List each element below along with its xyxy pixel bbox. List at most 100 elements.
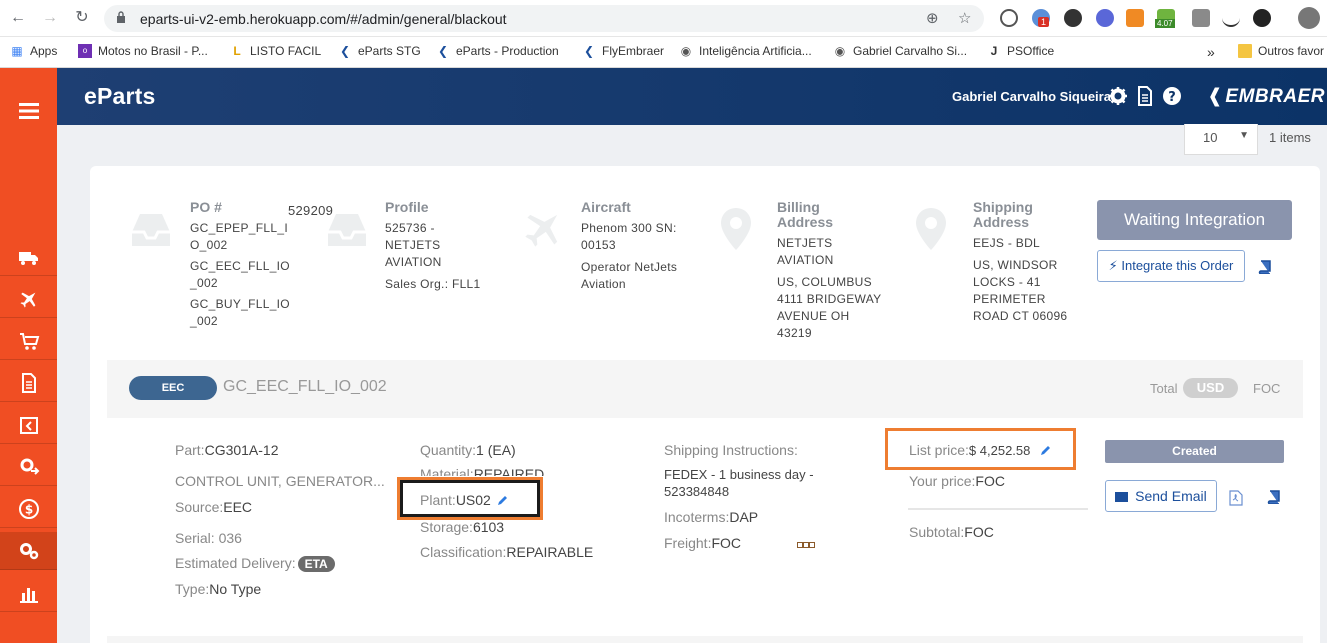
source-value: EEC bbox=[223, 499, 253, 515]
bookmark-item[interactable]: o Motos no Brasil - P... bbox=[78, 44, 208, 58]
reload-icon[interactable]: ↻ bbox=[72, 8, 92, 28]
forward-arrow-icon[interactable]: → bbox=[40, 8, 60, 28]
pdf-icon[interactable] bbox=[1229, 490, 1243, 506]
shipping-line: ROAD CT 06096 bbox=[973, 309, 1068, 323]
sidebar-item-cart[interactable] bbox=[0, 322, 57, 360]
sidebar-item-exchange[interactable] bbox=[0, 448, 57, 486]
waiting-integration-button[interactable]: Waiting Integration bbox=[1097, 200, 1292, 240]
bookmark-item[interactable]: ❮ eParts - Production bbox=[436, 44, 559, 58]
profile-line: AVIATION bbox=[385, 255, 442, 269]
bookmark-item[interactable]: ❮ eParts STG bbox=[338, 44, 421, 58]
overflow-label: » bbox=[1207, 44, 1215, 60]
po-line: GC_EPEP_FLL_I bbox=[190, 221, 288, 235]
sidebar-item-shipping[interactable] bbox=[0, 238, 57, 276]
book-icon[interactable] bbox=[1258, 260, 1272, 274]
zoom-icon[interactable]: ⊕ bbox=[926, 9, 939, 27]
bookmarks-bar: ▦ Apps o Motos no Brasil - P... L LISTO … bbox=[0, 37, 1327, 68]
eta-badge[interactable]: ETA bbox=[297, 556, 335, 572]
sidebar-item-reports[interactable] bbox=[0, 574, 57, 612]
freight-value: FOC bbox=[711, 535, 742, 551]
estimated-delivery-field: Estimated Delivery: ETA bbox=[175, 555, 335, 572]
estimated-delivery-label: Estimated Delivery: bbox=[175, 555, 296, 571]
storage-field: Storage:6103 bbox=[420, 519, 504, 535]
bookmark-label: Motos no Brasil - P... bbox=[98, 44, 208, 58]
extension-icon[interactable] bbox=[1253, 9, 1271, 27]
price-divider bbox=[908, 508, 1088, 510]
bookmark-apps[interactable]: ▦ Apps bbox=[10, 44, 57, 58]
bookmarks-overflow-button[interactable]: » bbox=[1207, 44, 1215, 60]
url-text[interactable]: eparts-ui-v2-emb.herokuapp.com/#/admin/g… bbox=[140, 11, 507, 27]
sidebar-item-settings[interactable] bbox=[0, 532, 57, 570]
back-arrow-icon[interactable]: ← bbox=[8, 8, 28, 28]
bar-chart-icon bbox=[19, 587, 38, 603]
shipping-instructions-value: FEDEX - 1 business day - 523384848 bbox=[664, 466, 814, 500]
incoterms-value: DAP bbox=[729, 509, 759, 525]
app-sidebar: $ bbox=[0, 68, 57, 643]
sidebar-item-aircraft[interactable] bbox=[0, 280, 57, 318]
other-bookmarks-folder[interactable]: Outros favor bbox=[1238, 44, 1324, 58]
more-dots-icon[interactable] bbox=[797, 542, 816, 548]
bookmark-item[interactable]: ◉ Inteligência Artificia... bbox=[679, 44, 812, 58]
sub-order-code: GC_EEC_FLL_IO_002 bbox=[223, 378, 387, 395]
address-bar[interactable]: eparts-ui-v2-emb.herokuapp.com/#/admin/g… bbox=[104, 5, 984, 32]
extension-icon[interactable] bbox=[1064, 9, 1082, 27]
items-count: 1 items bbox=[1269, 130, 1311, 145]
sidebar-item-documents[interactable] bbox=[0, 364, 57, 402]
quantity-field: Quantity:1 (EA) bbox=[420, 442, 516, 458]
billing-label-line: Address bbox=[777, 214, 834, 230]
hamburger-menu-icon[interactable] bbox=[0, 92, 57, 130]
per-page-select[interactable]: 10 ▼ bbox=[1184, 124, 1258, 155]
gear-icon[interactable] bbox=[1108, 86, 1128, 106]
extension-icon[interactable] bbox=[1192, 9, 1210, 27]
shipping-lines: EEJS - BDL US, WINDSOR LOCKS - 41 PERIME… bbox=[973, 235, 1067, 325]
help-icon[interactable]: ? bbox=[1162, 86, 1182, 106]
type-value: No Type bbox=[209, 581, 262, 597]
check-icon[interactable] bbox=[1096, 9, 1114, 27]
signal-icon[interactable] bbox=[1222, 9, 1240, 27]
serial-label: Serial: bbox=[175, 530, 215, 546]
classification-value: REPAIRABLE bbox=[506, 544, 594, 560]
part-field: Part:CG301A-12 bbox=[175, 442, 279, 458]
book-icon[interactable] bbox=[1267, 490, 1281, 504]
subtotal-value: FOC bbox=[964, 524, 994, 540]
star-icon[interactable]: ☆ bbox=[958, 9, 971, 27]
bookmark-item[interactable]: L LISTO FACIL bbox=[230, 44, 321, 58]
plant-label: Plant: bbox=[420, 492, 456, 508]
send-email-label: Send Email bbox=[1135, 488, 1207, 504]
send-email-button[interactable]: Send Email bbox=[1105, 480, 1217, 512]
list-price-value: $ 4,252.58 bbox=[968, 443, 1031, 458]
sidebar-item-billing[interactable]: $ bbox=[0, 490, 57, 528]
other-bookmarks-label: Outros favor bbox=[1258, 44, 1325, 58]
document-icon[interactable] bbox=[1135, 86, 1155, 106]
user-name[interactable]: Gabriel Carvalho Siqueira bbox=[952, 89, 1111, 104]
sidebar-item-returns[interactable] bbox=[0, 406, 57, 444]
key-icon[interactable] bbox=[1126, 9, 1144, 27]
bookmark-item[interactable]: ◉ Gabriel Carvalho Si... bbox=[833, 44, 967, 58]
brand-title[interactable]: eParts bbox=[84, 83, 156, 110]
profile-avatar[interactable] bbox=[1298, 7, 1320, 29]
extension-badge-icon[interactable]: 1 bbox=[1032, 9, 1050, 27]
sub-order-bar: EEC GC_EEC_FLL_IO_002 Total USD FOC bbox=[107, 360, 1303, 418]
freight-field: Freight:FOC bbox=[664, 535, 741, 551]
edit-pencil-icon[interactable] bbox=[497, 494, 509, 506]
material-label: Material: bbox=[420, 466, 474, 476]
billing-line: US, COLUMBUS bbox=[777, 275, 872, 289]
shipping-line: EEJS - BDL bbox=[973, 236, 1041, 250]
integrate-order-button[interactable]: ⚡︎ Integrate this Order bbox=[1097, 250, 1245, 282]
material-value: REPAIRED bbox=[473, 466, 545, 476]
bookmark-label: FlyEmbraer bbox=[602, 44, 665, 58]
globe-icon: ◉ bbox=[834, 44, 846, 58]
billing-line: AVIATION bbox=[777, 253, 834, 267]
part-description: CONTROL UNIT, GENERATOR... bbox=[175, 473, 385, 489]
profile-lines: 525736 - NETJETS AVIATION Sales Org.: FL… bbox=[385, 220, 481, 293]
android-icon[interactable]: 4.07 bbox=[1155, 9, 1175, 28]
edit-pencil-icon[interactable] bbox=[1040, 444, 1052, 456]
bookmark-item[interactable]: J PSOffice bbox=[987, 44, 1054, 58]
bookmark-label: Apps bbox=[30, 44, 58, 58]
truck-icon bbox=[18, 251, 38, 265]
plant-value: US02 bbox=[455, 492, 491, 508]
bookmark-label: PSOffice bbox=[1007, 44, 1055, 58]
extension-icon[interactable] bbox=[1000, 9, 1018, 27]
bookmark-item[interactable]: ❮ FlyEmbraer bbox=[582, 44, 664, 58]
browser-toolbar: ← → ↻ eparts-ui-v2-emb.herokuapp.com/#/a… bbox=[0, 0, 1327, 37]
